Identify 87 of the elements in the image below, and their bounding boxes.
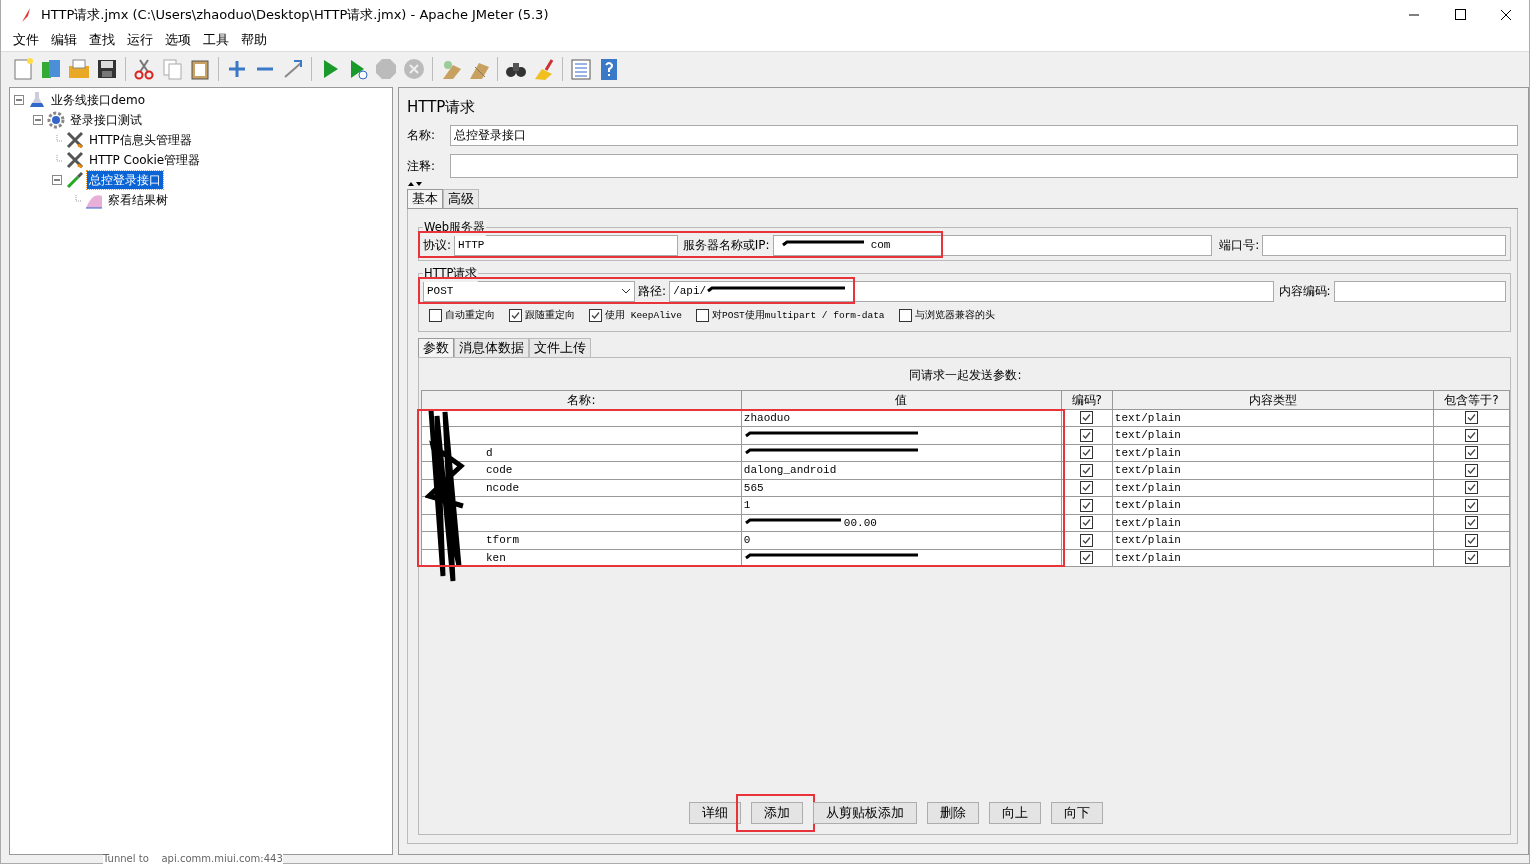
table-caption: 同请求一起发送参数: xyxy=(908,366,1023,384)
gear-icon xyxy=(47,111,65,129)
menu-item[interactable]: 运行 xyxy=(121,31,159,50)
tree-item[interactable]: 总控登录接口 xyxy=(87,171,163,189)
checkbox[interactable] xyxy=(1080,446,1094,460)
flask-icon xyxy=(28,91,46,109)
window-title: HTTP请求.jmx (C:\Users\zhaoduo\Desktop\HTTP请求.jmx) - Apache JMeter (5.3) xyxy=(41,6,549,25)
action-button[interactable]: 删除 xyxy=(926,802,979,824)
tab[interactable]: 消息体数据 xyxy=(454,337,529,357)
splitter-arrows-icon[interactable] xyxy=(407,180,423,187)
column-header[interactable]: 包含等于? xyxy=(1433,390,1510,410)
tab[interactable]: 参数 xyxy=(418,337,454,357)
checkbox[interactable] xyxy=(1080,428,1094,442)
menu-item[interactable]: 文件 xyxy=(7,31,45,50)
function-list-icon[interactable] xyxy=(569,56,593,81)
checkbox-label[interactable]: 对POST使用multipart / form-data xyxy=(712,308,885,323)
checkbox[interactable] xyxy=(1080,498,1094,512)
server-field[interactable]: com xyxy=(772,234,1213,256)
checkbox[interactable] xyxy=(429,309,442,323)
menu-item[interactable]: 编辑 xyxy=(45,31,83,50)
checkbox[interactable] xyxy=(1464,481,1478,495)
checkbox-label[interactable]: 与浏览器兼容的头 xyxy=(914,308,995,323)
column-header[interactable]: 名称: xyxy=(421,390,742,410)
field-label: 内容编码: xyxy=(1278,283,1331,300)
action-button[interactable]: 添加 xyxy=(750,802,803,824)
collapse-toggle-icon[interactable] xyxy=(52,174,63,186)
checkbox[interactable] xyxy=(1080,551,1094,565)
tree-item[interactable]: HTTP Cookie管理器 xyxy=(87,151,203,169)
menu-item[interactable]: 工具 xyxy=(197,31,235,50)
checkbox[interactable] xyxy=(1464,463,1478,477)
menu-item[interactable]: 帮助 xyxy=(235,31,273,50)
tab[interactable]: 高级 xyxy=(443,188,479,208)
menu-item[interactable]: 选项 xyxy=(159,31,197,50)
checkbox[interactable] xyxy=(1464,411,1478,425)
status-text: Tunnel to api.comm.miui.com:443 xyxy=(103,854,283,864)
checkbox-label[interactable]: 跟随重定向 xyxy=(525,308,575,323)
checkbox[interactable] xyxy=(1080,533,1094,547)
port-field[interactable] xyxy=(1262,234,1506,256)
checkbox[interactable] xyxy=(1464,516,1478,530)
tab[interactable]: 基本 xyxy=(407,188,443,208)
menu-item[interactable]: 查找 xyxy=(83,31,121,50)
checkbox[interactable] xyxy=(1464,428,1478,442)
checkbox[interactable] xyxy=(1080,481,1094,495)
field-label: 协议: xyxy=(423,237,452,254)
collapse-toggle-icon[interactable] xyxy=(14,94,25,106)
path-field[interactable]: /api/ xyxy=(669,280,1274,302)
protocol-field[interactable]: HTTP xyxy=(454,234,678,256)
checkbox-label[interactable]: 使用 KeepAlive xyxy=(605,308,682,323)
field-label: 注释: xyxy=(407,157,437,175)
comment-field[interactable] xyxy=(450,153,1518,178)
column-header[interactable]: 编码? xyxy=(1061,390,1113,410)
tree-item[interactable]: 业务线接口demo xyxy=(49,91,148,109)
checkbox[interactable] xyxy=(1080,411,1094,425)
tab[interactable]: 文件上传 xyxy=(529,337,591,357)
checkbox[interactable] xyxy=(696,309,709,323)
feather-icon xyxy=(19,7,33,23)
checkbox[interactable] xyxy=(1464,498,1478,512)
tree-item[interactable]: HTTP信息头管理器 xyxy=(87,131,194,149)
checkbox[interactable] xyxy=(1080,516,1094,530)
checkbox[interactable] xyxy=(898,309,912,323)
checkbox-label[interactable]: 自动重定向 xyxy=(445,308,495,323)
tree-item[interactable]: 登录接口测试 xyxy=(68,111,144,129)
field-label: 名称: xyxy=(407,127,437,144)
action-button[interactable]: 详细 xyxy=(688,802,741,824)
checkbox[interactable] xyxy=(1464,533,1478,547)
panel-title: HTTP请求 xyxy=(407,97,477,118)
field-label: 路径: xyxy=(638,283,667,300)
checkbox[interactable] xyxy=(1464,446,1478,460)
tree-item[interactable]: 察看结果树 xyxy=(106,191,170,209)
field-label: 端口号: xyxy=(1219,237,1260,254)
column-header[interactable]: 内容类型 xyxy=(1112,390,1434,410)
pipette-icon xyxy=(66,171,84,189)
checkbox[interactable] xyxy=(589,309,602,323)
column-header[interactable]: 值 xyxy=(741,390,1062,410)
method-dropdown[interactable]: POST xyxy=(423,280,636,302)
encoding-field[interactable] xyxy=(1333,280,1506,302)
checkbox[interactable] xyxy=(1080,463,1094,477)
name-field[interactable]: 总控登录接口 xyxy=(450,124,1518,146)
action-button[interactable]: 向下 xyxy=(1050,802,1103,824)
collapse-toggle-icon[interactable] xyxy=(33,114,44,126)
action-button[interactable]: 向上 xyxy=(988,802,1041,824)
field-label: 服务器名称或IP: xyxy=(682,237,770,254)
table-cell: 00.00 xyxy=(843,515,877,531)
action-button[interactable]: 从剪贴板添加 xyxy=(812,802,917,824)
chevron-down-icon xyxy=(621,288,632,294)
checkbox[interactable] xyxy=(509,309,522,323)
checkbox[interactable] xyxy=(1464,551,1478,565)
